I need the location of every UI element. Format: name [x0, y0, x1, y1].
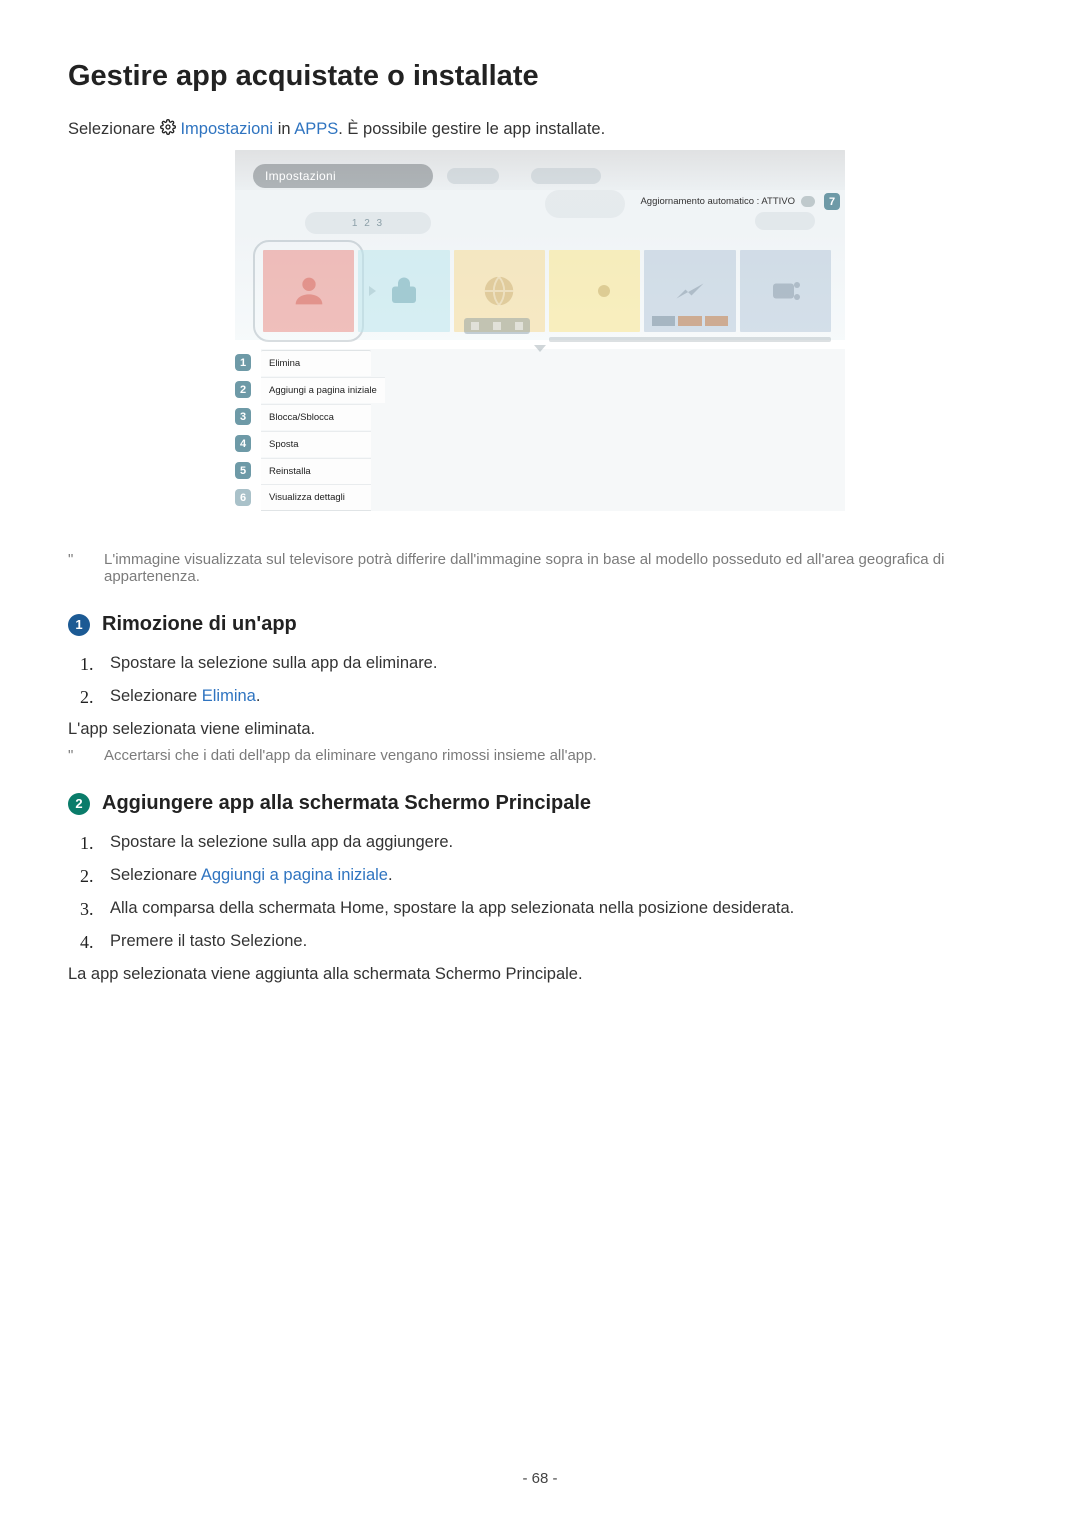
step: Alla comparsa della schermata Home, spos… [80, 899, 1012, 918]
menu-item-elimina: Elimina [261, 350, 371, 376]
menu-row: 1 Elimina [235, 349, 845, 376]
app-tile [454, 250, 545, 332]
header-pill-label: Impostazioni [265, 169, 336, 183]
step-text: Alla comparsa della schermata Home, spos… [110, 899, 794, 917]
number-pill: 1 2 3 [305, 212, 431, 234]
intro-mid: in [278, 120, 295, 138]
callout-4: 4 [235, 435, 251, 452]
page-number: - 68 - [0, 1470, 1080, 1487]
header-pill: Impostazioni [253, 164, 433, 188]
menu-item-reinstalla: Reinstalla [261, 458, 371, 484]
faded-pill [447, 168, 499, 184]
intro-prefix: Selezionare [68, 120, 160, 138]
menu-item-dettagli: Visualizza dettagli [261, 484, 371, 511]
callout-6: 6 [235, 489, 251, 506]
note-mark: " [68, 551, 74, 585]
app-tile [263, 250, 354, 332]
step-text: . [256, 687, 261, 705]
app-tile [740, 250, 831, 332]
search-bubble [545, 190, 625, 218]
menu-row: 4 Sposta [235, 430, 845, 457]
mock-top-area: Impostazioni Aggiornamento automatico : … [235, 150, 845, 340]
link-apps: APPS [294, 120, 338, 138]
intro-suffix: . È possibile gestire le app installate. [338, 120, 605, 138]
step: Selezionare Aggiungi a pagina iniziale. [80, 866, 1012, 885]
menu-row: 2 Aggiungi a pagina iniziale [235, 376, 845, 403]
link-elimina: Elimina [202, 687, 256, 705]
section1-steps: Spostare la selezione sulla app da elimi… [80, 654, 1012, 706]
note-text: L'immagine visualizzata sul televisore p… [104, 551, 1012, 585]
step: Spostare la selezione sulla app da elimi… [80, 654, 1012, 673]
link-aggiungi: Aggiungi a pagina iniziale [201, 866, 388, 884]
menu-row: 5 Reinstalla [235, 457, 845, 484]
section2-steps: Spostare la selezione sulla app da aggiu… [80, 833, 1012, 951]
app-tile [358, 250, 449, 332]
control-bar [464, 318, 530, 334]
note: " Accertarsi che i dati dell'app da elim… [68, 747, 1012, 764]
faded-pill [755, 212, 815, 230]
intro-text: Selezionare Impostazioni in APPS. È poss… [68, 119, 1012, 140]
callout-5: 5 [235, 462, 251, 479]
menu-row: 3 Blocca/Sblocca [235, 403, 845, 430]
menu-row: 6 Visualizza dettagli [235, 484, 845, 511]
step-text: . [388, 866, 393, 884]
scroll-indicator [549, 337, 831, 342]
menu-item-sposta: Sposta [261, 431, 371, 457]
faded-pill [531, 168, 601, 184]
menu-item-aggiungi: Aggiungi a pagina iniziale [261, 377, 385, 403]
section2-result: La app selezionata viene aggiunta alla s… [68, 965, 1012, 984]
step-text: Selezionare [110, 687, 202, 705]
note-text: Accertarsi che i dati dell'app da elimin… [104, 747, 597, 764]
step: Premere il tasto Selezione. [80, 932, 1012, 951]
app-tiles [263, 250, 831, 332]
step: Spostare la selezione sulla app da aggiu… [80, 833, 1012, 852]
step-text: Spostare la selezione sulla app da aggiu… [110, 833, 453, 851]
callout-2: 2 [235, 381, 251, 398]
callout-3: 3 [235, 408, 251, 425]
menu-item-blocca: Blocca/Sblocca [261, 404, 371, 430]
app-tile [644, 250, 735, 332]
note: " L'immagine visualizzata sul televisore… [68, 551, 1012, 585]
step-text: Spostare la selezione sulla app da elimi… [110, 654, 437, 672]
section1-title: Rimozione di un'app [102, 613, 297, 636]
context-menu: 1 Elimina 2 Aggiungi a pagina iniziale 3… [235, 349, 845, 511]
callout-7: 7 [824, 193, 840, 210]
section1-result: L'app selezionata viene eliminata. [68, 720, 1012, 739]
page-title: Gestire app acquistate o installate [68, 60, 1012, 93]
section2-header: 2 Aggiungere app alla schermata Schermo … [68, 792, 1012, 815]
section2-badge: 2 [68, 793, 90, 815]
section2-title: Aggiungere app alla schermata Schermo Pr… [102, 792, 591, 815]
note-mark: " [68, 747, 74, 764]
auto-update-toggle [801, 196, 815, 207]
auto-update-label: Aggiornamento automatico : ATTIVO [640, 196, 795, 207]
gear-icon [160, 120, 181, 139]
section1-header: 1 Rimozione di un'app [68, 613, 1012, 636]
callout-1: 1 [235, 354, 251, 371]
link-impostazioni: Impostazioni [180, 120, 273, 138]
step-text: Selezionare [110, 866, 201, 884]
app-tile [549, 250, 640, 332]
screenshot-mock: Impostazioni Aggiornamento automatico : … [235, 150, 845, 511]
step: Selezionare Elimina. [80, 687, 1012, 706]
section1-badge: 1 [68, 614, 90, 636]
step-text: Premere il tasto Selezione. [110, 932, 307, 950]
